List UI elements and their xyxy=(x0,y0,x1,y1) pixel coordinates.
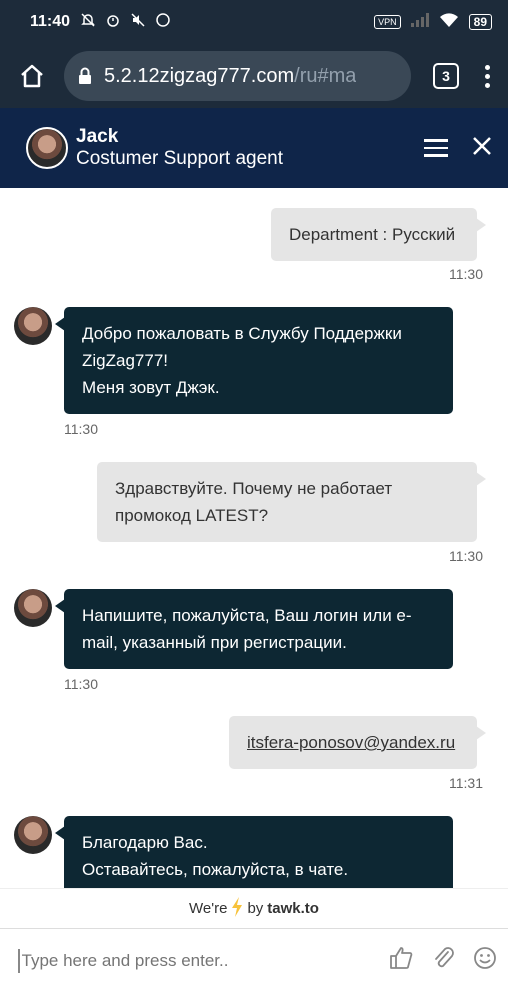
rate-thumbs-up-button[interactable] xyxy=(388,945,414,976)
status-bar: 11:40 VPN 89 xyxy=(0,0,508,44)
hamburger-icon xyxy=(424,139,448,142)
message-line: промокод LATEST? xyxy=(115,506,269,525)
visitor-message: Здравствуйте. Почему не работает промоко… xyxy=(97,462,486,542)
close-icon xyxy=(473,136,491,155)
message-line: Department : Русский xyxy=(289,225,456,244)
wifi-icon xyxy=(439,12,459,33)
status-time: 11:40 xyxy=(30,13,71,30)
message-line: Меня зовут Джэк. xyxy=(82,378,220,397)
url-bar[interactable]: 5.2.12zigzag777.com/ru#ma xyxy=(64,51,411,101)
tawk-brand: tawk.to xyxy=(267,900,319,917)
message-composer xyxy=(0,928,508,992)
agent-avatar-small xyxy=(14,816,52,854)
browser-menu-button[interactable] xyxy=(481,61,494,92)
signal-icon xyxy=(410,12,429,32)
powered-by-text: by xyxy=(247,900,264,917)
url-path: /ru#ma xyxy=(294,64,357,87)
alarm-icon xyxy=(105,12,121,33)
message-time: 11:30 xyxy=(449,266,483,282)
paperclip-icon xyxy=(435,947,454,968)
visitor-message: Department : Русский xyxy=(271,208,486,261)
email-link[interactable]: itsfera-ponosov@yandex.ru xyxy=(247,729,459,756)
agent-message: Напишите, пожалуйста, Ваш логин или e- m… xyxy=(55,589,453,669)
message-line: Оставайтесь, пожалуйста, в чате. xyxy=(82,860,349,879)
do-not-disturb-icon xyxy=(80,12,96,33)
agent-role: Costumer Support agent xyxy=(76,148,284,169)
powered-by[interactable]: We're by tawk.to xyxy=(0,888,508,928)
emoji-button[interactable] xyxy=(472,945,498,976)
powered-were: We're xyxy=(189,900,228,917)
attach-file-button[interactable] xyxy=(430,945,456,976)
url-domain: 5.2.12zigzag777.com xyxy=(104,64,295,87)
browser-toolbar: 5.2.12zigzag777.com/ru#ma 3 xyxy=(0,44,508,108)
lock-icon xyxy=(78,67,92,85)
whatsapp-icon xyxy=(155,12,171,33)
message-line: mail, указанный при регистрации. xyxy=(82,633,347,652)
tab-switcher-button[interactable]: 3 xyxy=(433,63,459,89)
message-line: Благодарю Вас. xyxy=(82,833,208,852)
mute-icon xyxy=(130,12,146,33)
message-time: 11:30 xyxy=(449,548,483,564)
message-time: 11:30 xyxy=(64,421,98,437)
message-line: Напишите, пожалуйста, Ваш логин или e- xyxy=(82,606,412,625)
vpn-badge: VPN xyxy=(374,15,401,29)
agent-message: Добро пожаловать в Службу Поддержки ZigZ… xyxy=(55,307,453,414)
battery-indicator: 89 xyxy=(468,14,492,30)
message-input[interactable] xyxy=(21,950,388,971)
message-time: 11:31 xyxy=(449,775,483,791)
chat-messages[interactable]: Department : Русский 11:30 Добро пожалов… xyxy=(0,188,508,888)
message-line: ZigZag777! xyxy=(82,351,168,370)
url-text: 5.2.12zigzag777.com/ru#ma xyxy=(104,65,356,88)
agent-avatar-small xyxy=(14,307,52,345)
lightning-icon xyxy=(231,896,243,921)
home-icon xyxy=(21,64,43,88)
emoji-icon xyxy=(474,947,496,969)
text-caret xyxy=(18,948,20,973)
close-chat-button[interactable] xyxy=(472,136,492,161)
thumbs-up-icon xyxy=(390,947,413,969)
home-button[interactable] xyxy=(14,58,50,94)
chat-header: Jack Costumer Support agent xyxy=(0,108,508,188)
agent-name: Jack xyxy=(76,126,119,147)
message-line: Здравствуйте. Почему не работает xyxy=(115,479,393,498)
agent-message: Благодарю Вас. Оставайтесь, пожалуйста, … xyxy=(55,816,453,888)
message-line: Добро пожаловать в Службу Поддержки xyxy=(82,324,402,343)
chat-menu-button[interactable] xyxy=(424,139,448,157)
visitor-message: itsfera-ponosov@yandex.ru xyxy=(229,716,486,769)
agent-avatar xyxy=(26,127,68,169)
message-time: 11:30 xyxy=(64,676,98,692)
agent-avatar-small xyxy=(14,589,52,627)
